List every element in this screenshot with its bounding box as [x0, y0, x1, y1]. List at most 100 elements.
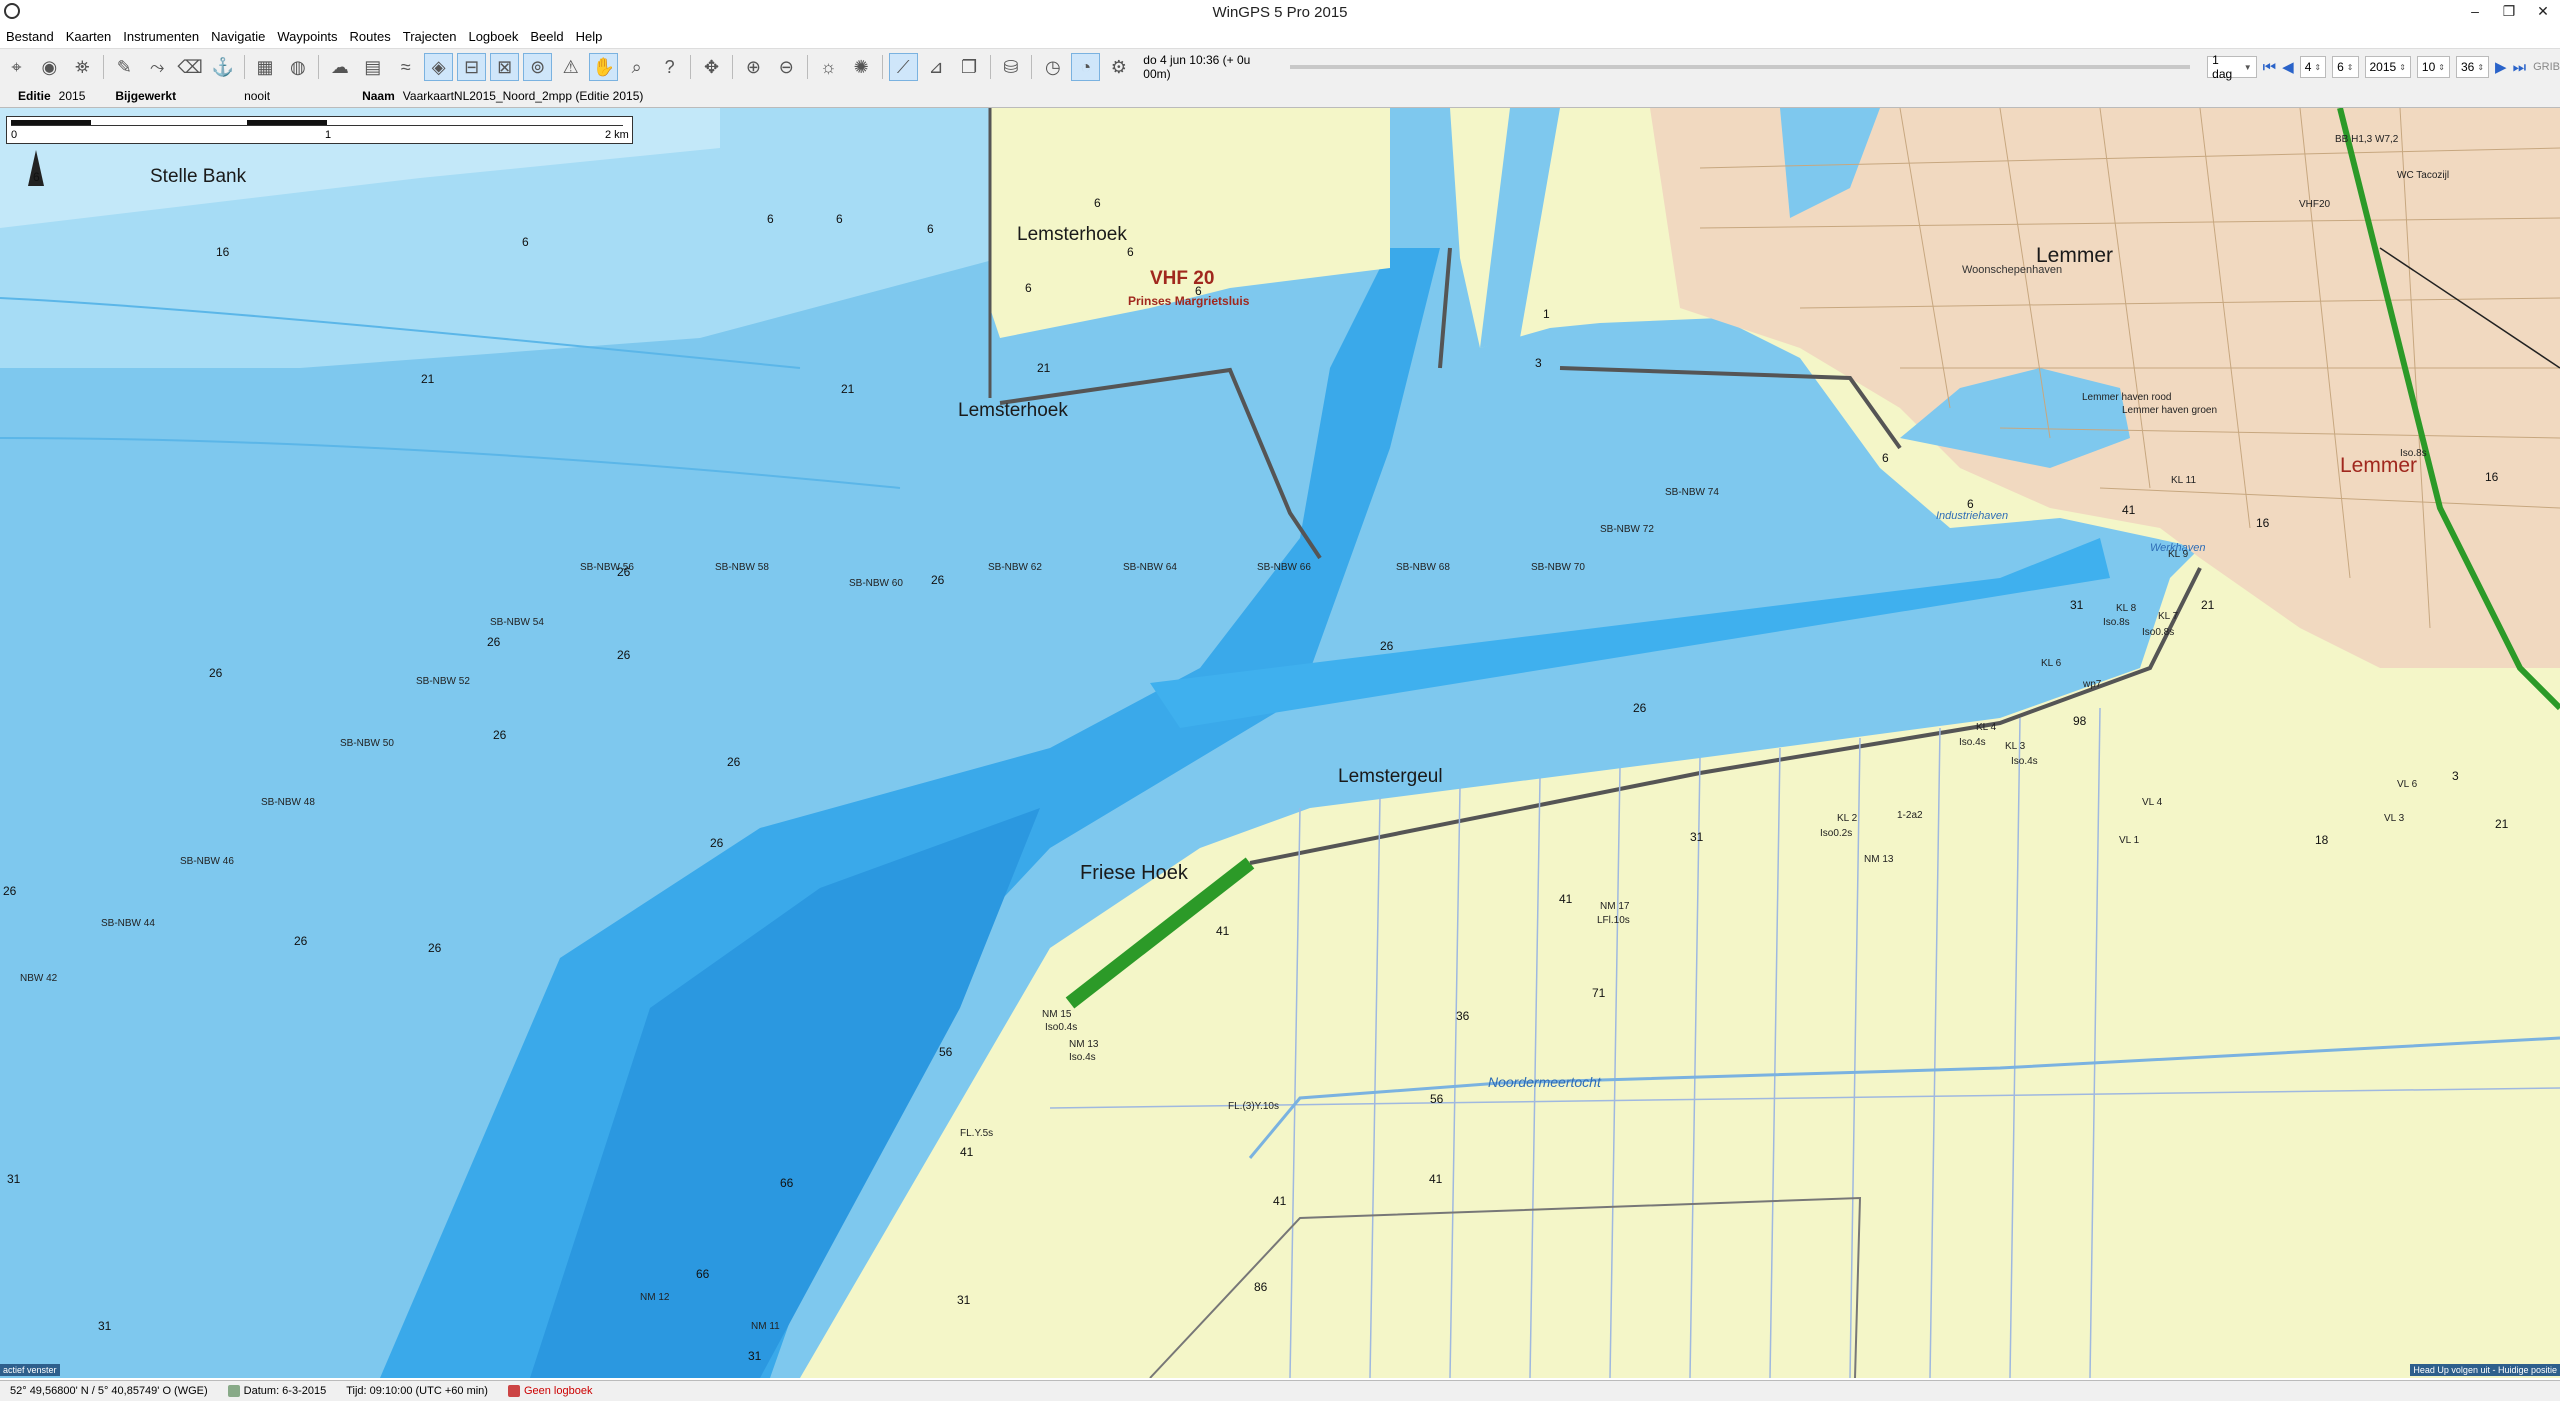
chart-icon[interactable]: ▤: [358, 53, 387, 81]
buoy-label[interactable]: NM 13: [1069, 1039, 1098, 1050]
hand-icon[interactable]: ✋: [589, 53, 619, 81]
buoy-label[interactable]: KL 3: [2005, 741, 2025, 752]
chart-map[interactable]: 0 1 2 km Stelle Bank Lemsterhoek Lemster…: [0, 108, 2560, 1378]
menu-logboek[interactable]: Logboek: [462, 29, 524, 44]
buoy-label[interactable]: VL 6: [2397, 779, 2417, 790]
menu-bestand[interactable]: Bestand: [0, 29, 60, 44]
buoy-label[interactable]: BB H1,3 W7,2: [2335, 134, 2398, 145]
database-icon[interactable]: ⛁: [996, 53, 1025, 81]
buoy-label[interactable]: FL.(3)Y.10s: [1228, 1101, 1279, 1112]
graph-icon[interactable]: ⊿: [922, 53, 951, 81]
menu-beeld[interactable]: Beeld: [524, 29, 569, 44]
logbook-status[interactable]: Geen logboek: [498, 1385, 603, 1397]
buoy-label[interactable]: VL 3: [2384, 813, 2404, 824]
buoy-label[interactable]: KL 9: [2168, 549, 2188, 560]
time-sync-icon[interactable]: ◔: [1071, 53, 1101, 81]
buoy-label[interactable]: wp7: [2083, 679, 2101, 690]
buoy-label[interactable]: SB-NBW 74: [1665, 487, 1719, 498]
ais-icon[interactable]: ⛯: [68, 53, 97, 81]
buoy-label[interactable]: KL 2: [1837, 813, 1857, 824]
buoy-label[interactable]: VL 1: [2119, 835, 2139, 846]
light-icon[interactable]: ☼: [814, 53, 843, 81]
hour-stepper[interactable]: 10 ⇕: [2416, 56, 2450, 78]
buoy-label[interactable]: KL 7: [2158, 611, 2178, 622]
close-button[interactable]: ✕: [2526, 0, 2560, 22]
menu-trajecten[interactable]: Trajecten: [397, 29, 463, 44]
track-icon[interactable]: ⟋: [888, 53, 918, 81]
buoy-label[interactable]: SB-NBW 44: [101, 918, 155, 929]
buoy-label[interactable]: Iso0.8s: [2142, 627, 2174, 638]
buoy-label[interactable]: Iso0.4s: [1045, 1022, 1077, 1033]
menu-routes[interactable]: Routes: [344, 29, 397, 44]
buoy-label[interactable]: SB-NBW 70: [1531, 562, 1585, 573]
buoy-label[interactable]: SB-NBW 48: [261, 797, 315, 808]
buoy-label[interactable]: VHF20: [2299, 199, 2330, 210]
prev-icon[interactable]: ◀: [2282, 58, 2294, 76]
last-icon[interactable]: ⏭: [2513, 59, 2527, 76]
warning-icon[interactable]: ⚠: [556, 53, 585, 81]
year-stepper[interactable]: 2015 ⇕: [2364, 56, 2411, 78]
buoy-label[interactable]: Iso.4s: [2011, 756, 2038, 767]
buoy-label[interactable]: NM 13: [1864, 854, 1893, 865]
buoy-label[interactable]: SB-NBW 72: [1600, 524, 1654, 535]
buoy-label[interactable]: Iso.4s: [1069, 1052, 1096, 1063]
bridge-icon[interactable]: ⊟: [457, 53, 487, 81]
buoy-label[interactable]: WC Tacozijl: [2397, 170, 2449, 181]
lock-icon[interactable]: ⊠: [490, 53, 520, 81]
day-stepper[interactable]: 4 ⇕: [2299, 56, 2327, 78]
next-icon[interactable]: ▶: [2495, 58, 2507, 76]
buoy-label[interactable]: Iso0.2s: [1820, 828, 1852, 839]
radar-icon[interactable]: ⊚: [523, 53, 553, 81]
buoy-label[interactable]: KL 4: [1976, 722, 1996, 733]
minimize-button[interactable]: –: [2458, 0, 2492, 22]
help-icon[interactable]: ?: [655, 53, 684, 81]
buoy-label[interactable]: FL.Y.5s: [960, 1128, 993, 1139]
buoy-label[interactable]: KL 8: [2116, 603, 2136, 614]
layers-icon[interactable]: ▦: [251, 53, 280, 81]
buoy-label[interactable]: SB-NBW 68: [1396, 562, 1450, 573]
buoy-label[interactable]: Iso.4s: [1959, 737, 1986, 748]
tide-icon[interactable]: ≈: [391, 53, 420, 81]
buoy-label[interactable]: SB-NBW 50: [340, 738, 394, 749]
buoy-label[interactable]: SB-NBW 52: [416, 676, 470, 687]
buoy-label[interactable]: NM 11: [751, 1321, 780, 1332]
buoy-label[interactable]: SB-NBW 58: [715, 562, 769, 573]
buoy-label[interactable]: SB-NBW 64: [1123, 562, 1177, 573]
clock-icon[interactable]: ◷: [1038, 53, 1067, 81]
magnifier-icon[interactable]: ⌕: [622, 53, 651, 81]
window-icon[interactable]: ❐: [955, 53, 984, 81]
menu-waypoints[interactable]: Waypoints: [271, 29, 343, 44]
buoy-label[interactable]: KL 11: [2171, 475, 2196, 486]
buoy-label[interactable]: SB-NBW 60: [849, 578, 903, 589]
buoy-label[interactable]: Lemmer haven groen: [2122, 405, 2217, 416]
instrument-icon[interactable]: ◉: [35, 53, 64, 81]
buoy-label[interactable]: NM 17: [1600, 901, 1629, 912]
first-icon[interactable]: ⏮: [2263, 59, 2277, 76]
time-slider[interactable]: [1290, 65, 2191, 69]
buoy-label[interactable]: Iso.8s: [2400, 448, 2427, 459]
globe-icon[interactable]: ◍: [283, 53, 312, 81]
buoy-label[interactable]: VL 4: [2142, 797, 2162, 808]
anchor-icon[interactable]: ⚓: [209, 53, 238, 81]
buoy-label[interactable]: SB-NBW 66: [1257, 562, 1311, 573]
buoy-label[interactable]: NM 12: [640, 1292, 669, 1303]
buoy-label[interactable]: LFl.10s: [1597, 915, 1630, 926]
measure-icon[interactable]: ✎: [110, 53, 139, 81]
pan-icon[interactable]: ✥: [697, 53, 726, 81]
bulb-icon[interactable]: ✺: [847, 53, 876, 81]
buoy-label[interactable]: NM 15: [1042, 1009, 1071, 1020]
weather-icon[interactable]: ☁: [325, 53, 354, 81]
grib-button[interactable]: GRIB: [2533, 61, 2560, 73]
buoy-label[interactable]: 1-2a2: [1897, 810, 1923, 821]
buoy-label[interactable]: KL 6: [2041, 658, 2061, 669]
buoy-label[interactable]: Lemmer haven rood: [2082, 392, 2172, 403]
buoy-label[interactable]: SB-NBW 62: [988, 562, 1042, 573]
buoy-label[interactable]: SB-NBW 54: [490, 617, 544, 628]
restore-button[interactable]: ❐: [2492, 0, 2526, 22]
buoy-label[interactable]: Iso.8s: [2103, 617, 2130, 628]
month-stepper[interactable]: 6 ⇕: [2332, 56, 2359, 78]
zoom-out-icon[interactable]: ⊖: [772, 53, 801, 81]
menu-help[interactable]: Help: [570, 29, 609, 44]
minute-stepper[interactable]: 36 ⇕: [2455, 56, 2490, 78]
menu-kaarten[interactable]: Kaarten: [60, 29, 118, 44]
